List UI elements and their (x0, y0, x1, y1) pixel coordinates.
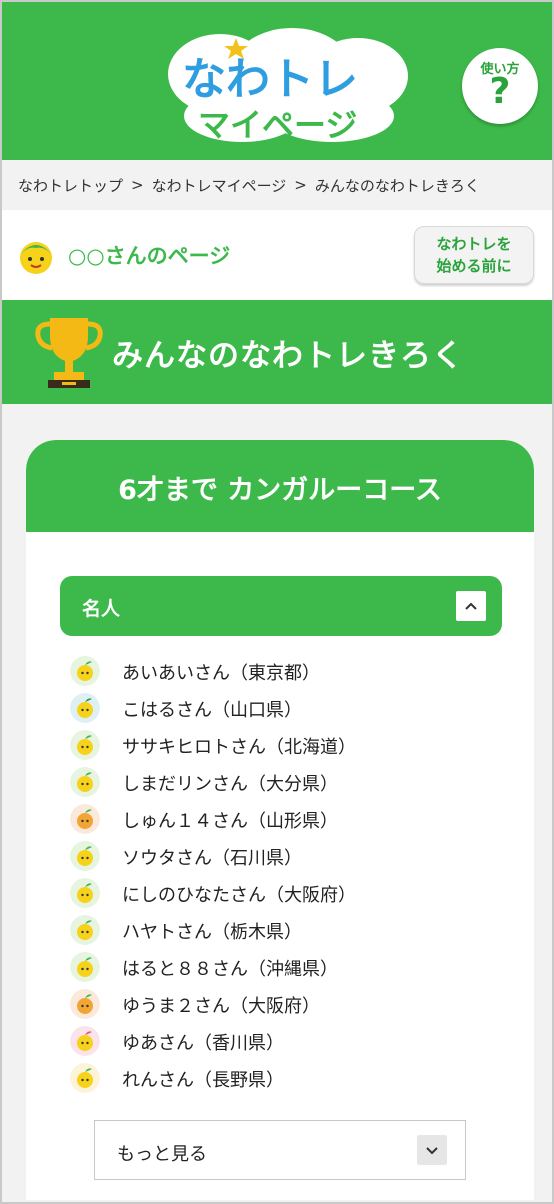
breadcrumb-separator: > (294, 176, 307, 194)
list-item-text: ソウタさん（石川県） (122, 848, 302, 869)
banner-title: みんなのなわトレきろく (112, 338, 464, 374)
course-title: 6才まで カンガルーコース (118, 475, 442, 506)
before-starting-label-line2: 始める前に (436, 257, 512, 275)
list-item: にしのひなたさん（大阪府） (70, 876, 490, 913)
trophy-icon (35, 318, 103, 388)
meijin-list: あいあいさん（東京都） こはるさん（山口県） ササキヒロトさん（北海道） しまだリンさ… (70, 654, 490, 1098)
list-item: ハヤトさん（栃木県） (70, 913, 490, 950)
breadcrumb-current: みんなのなわトレきろく (314, 176, 480, 195)
cheer-character-icon (70, 1063, 100, 1093)
pink-character-icon (70, 1026, 100, 1056)
page-frame: なわトレ マイページ 使い方 ? なわトレトップ > なわトレマイページ > み… (0, 0, 554, 1204)
user-bar: ○○さんのページ なわトレを 始める前に (2, 210, 552, 300)
course-card: 6才まで カンガルーコース 名人 あいあいさん（東京都） こはるさん（山口県） ササ… (26, 440, 534, 1200)
list-item-text: ゆあさん（香川県） (122, 1033, 284, 1054)
yellow-character-icon (70, 730, 100, 760)
yellow-character-icon (70, 952, 100, 982)
breadcrumb-separator: > (131, 176, 144, 194)
breadcrumb: なわトレトップ > なわトレマイページ > みんなのなわトレきろく (2, 160, 552, 210)
question-mark-icon: ? (489, 71, 511, 112)
breadcrumb-link-top[interactable]: なわトレトップ (18, 175, 123, 196)
yellow-character-icon (70, 656, 100, 686)
list-item: あいあいさん（東京都） (70, 654, 490, 691)
list-item: ゆあさん（香川県） (70, 1024, 490, 1061)
natore-mypage-logo[interactable]: なわトレ マイページ (162, 24, 412, 146)
list-item-text: ゆうま２さん（大阪府） (122, 996, 320, 1017)
yellow-character-icon (70, 841, 100, 871)
list-item-text: しまだリンさん（大分県） (122, 774, 338, 795)
list-item-text: しゅん１４さん（山形県） (122, 811, 338, 832)
before-starting-label-line1: なわトレを (436, 235, 512, 253)
breadcrumb-link-mypage[interactable]: なわトレマイページ (152, 175, 287, 196)
logo-text-bottom: マイページ (198, 106, 357, 144)
chevron-down-icon[interactable] (417, 1135, 447, 1165)
yellow-character-icon (70, 767, 100, 797)
list-item-text: れんさん（長野県） (122, 1070, 284, 1091)
list-item-text: こはるさん（山口県） (122, 700, 302, 721)
list-item: ゆうま２さん（大阪府） (70, 987, 490, 1024)
see-more-label: もっと見る (117, 1144, 207, 1165)
list-item-text: あいあいさん（東京都） (122, 663, 320, 684)
list-item: しまだリンさん（大分県） (70, 765, 490, 802)
list-item-text: にしのひなたさん（大阪府） (122, 885, 356, 906)
list-item-text: はると８８さん（沖縄県） (122, 959, 338, 980)
green-hair-character-icon (70, 693, 100, 723)
list-item: はると８８さん（沖縄県） (70, 950, 490, 987)
list-item: しゅん１４さん（山形県） (70, 802, 490, 839)
site-header: なわトレ マイページ 使い方 ? (2, 2, 552, 160)
orange-character-icon (70, 989, 100, 1019)
logo-text-top: なわトレ (182, 54, 358, 105)
accordion-title: 名人 (82, 598, 121, 620)
before-starting-button[interactable]: なわトレを 始める前に (414, 226, 534, 284)
course-card-header: 6才まで カンガルーコース (26, 440, 534, 532)
list-item: れんさん（長野県） (70, 1061, 490, 1098)
yellow-character-icon (70, 878, 100, 908)
orange-character-icon (70, 804, 100, 834)
how-to-use-button[interactable]: 使い方 ? (462, 48, 538, 124)
user-avatar-icon (20, 242, 52, 274)
list-item-text: ササキヒロトさん（北海道） (122, 737, 356, 758)
list-item: ササキヒロトさん（北海道） (70, 728, 490, 765)
user-page-title: ○○さんのページ (68, 244, 231, 268)
list-item: こはるさん（山口県） (70, 691, 490, 728)
see-more-dropdown[interactable]: もっと見る (94, 1120, 466, 1180)
yellow-character-icon (70, 915, 100, 945)
accordion-header-meijin[interactable]: 名人 (60, 576, 502, 636)
list-item: ソウタさん（石川県） (70, 839, 490, 876)
records-banner: みんなのなわトレきろく (2, 300, 552, 404)
list-item-text: ハヤトさん（栃木県） (122, 922, 302, 943)
chevron-up-icon[interactable] (456, 591, 486, 621)
